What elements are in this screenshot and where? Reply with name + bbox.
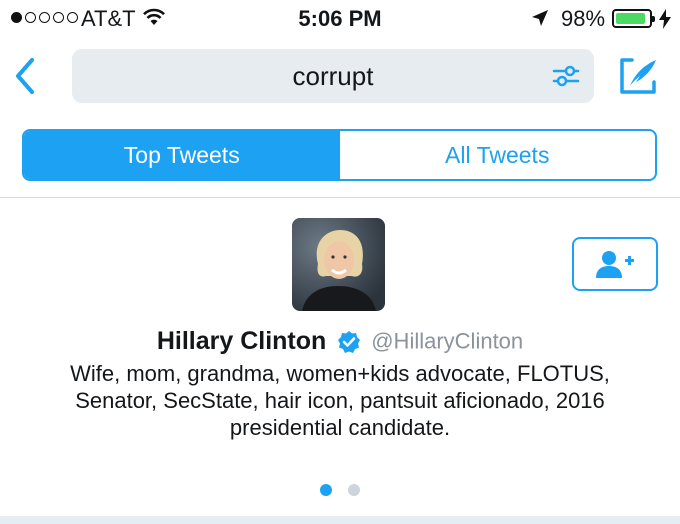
bio-line: Senator, SecState, hair icon, pantsuit a… (75, 388, 605, 413)
follow-button[interactable] (572, 237, 658, 291)
divider (0, 197, 680, 198)
bio-line: presidential candidate. (229, 415, 451, 440)
profile-name-row: Hillary Clinton @HillaryClinton (0, 327, 680, 356)
tab-top-tweets[interactable]: Top Tweets (24, 131, 340, 179)
location-arrow-icon (532, 10, 548, 26)
battery-percent: 98% (561, 6, 606, 31)
charging-bolt-icon (659, 9, 671, 29)
page-dot[interactable] (348, 484, 360, 496)
profile-name[interactable]: Hillary Clinton (157, 327, 326, 355)
verified-badge-icon (337, 330, 360, 353)
tweet-type-segmented-control: Top Tweets All Tweets (22, 129, 657, 181)
add-user-icon (596, 251, 634, 278)
avatar[interactable] (292, 218, 385, 311)
battery-icon (612, 9, 655, 28)
profile-bio: Wife, mom, grandma, women+kids advocate,… (30, 360, 650, 441)
filter-icon[interactable] (552, 63, 580, 89)
search-bar[interactable]: corrupt (72, 49, 594, 103)
page-indicator[interactable] (320, 484, 360, 496)
back-chevron-icon[interactable] (10, 56, 40, 96)
profile-handle: @HillaryClinton (371, 328, 524, 354)
status-bar: AT&T 5:06 PM 98% (0, 0, 680, 40)
tab-all-tweets[interactable]: All Tweets (340, 131, 656, 179)
search-input[interactable]: corrupt (72, 61, 594, 92)
bio-line: Wife, mom, grandma, women+kids advocate,… (70, 361, 610, 386)
page-dot-active[interactable] (320, 484, 332, 496)
section-separator (0, 516, 680, 524)
compose-icon[interactable] (616, 54, 660, 98)
